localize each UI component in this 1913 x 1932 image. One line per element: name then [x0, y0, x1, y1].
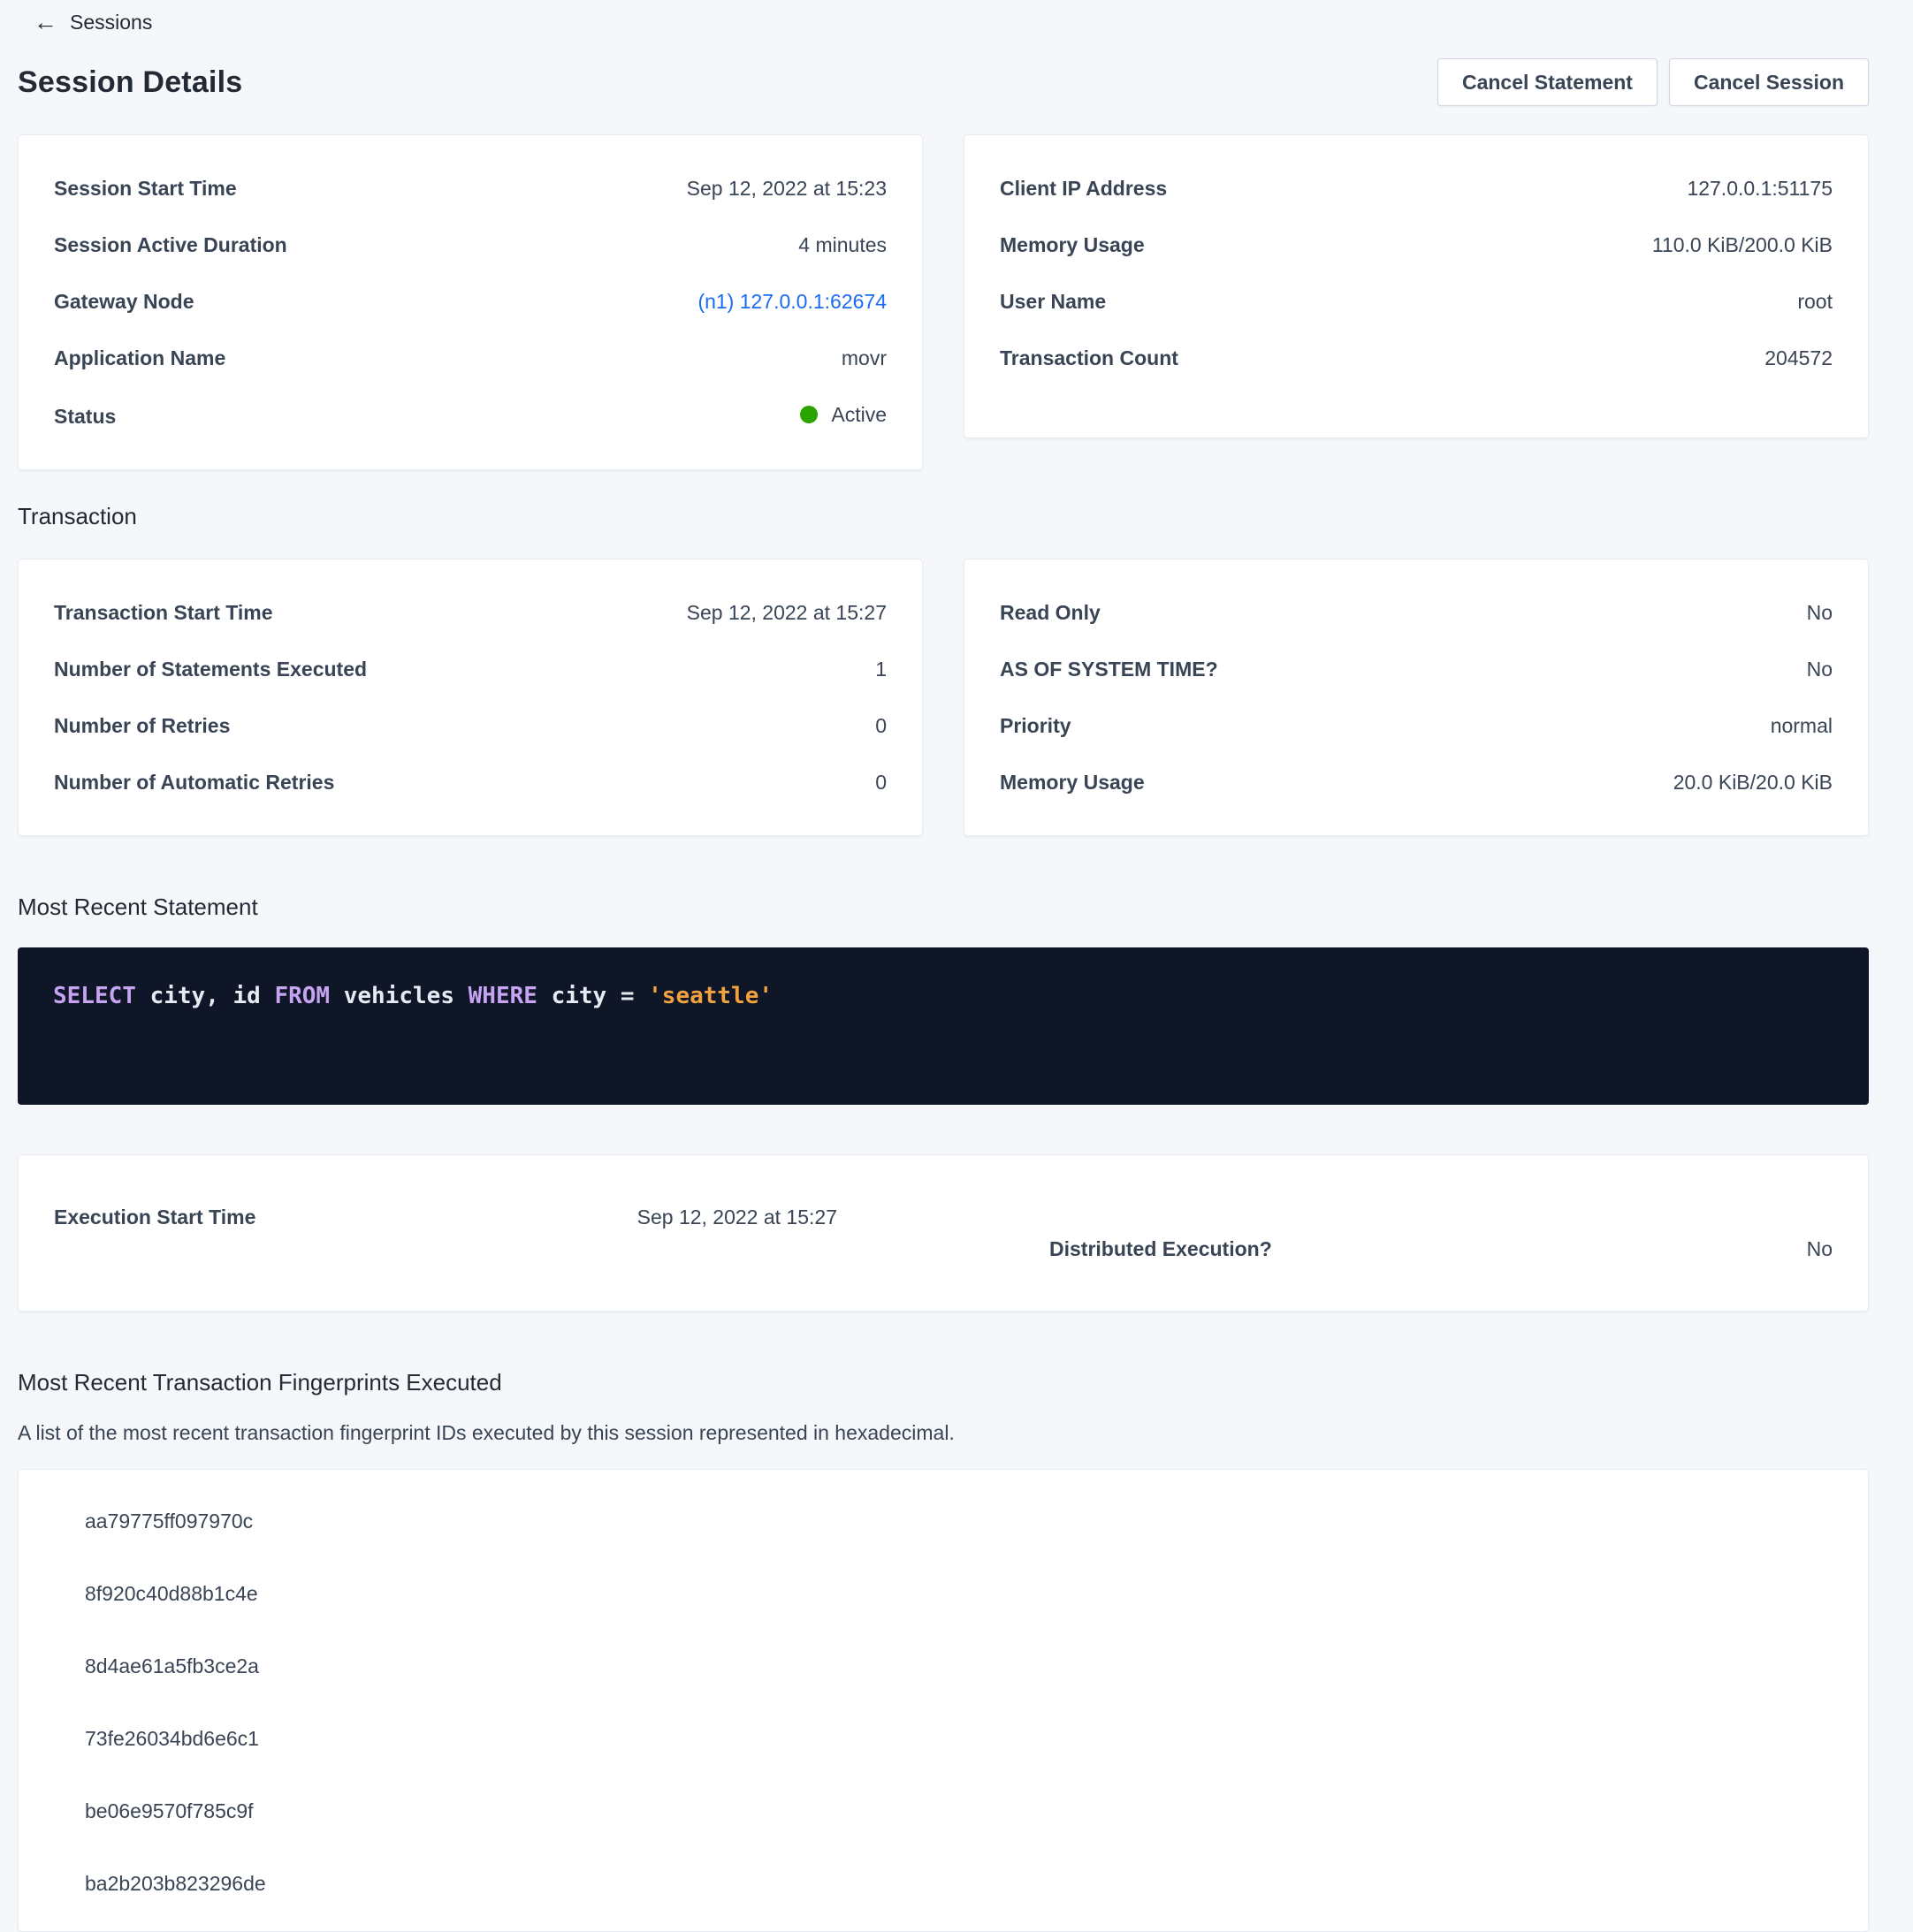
- fingerprint-item: 8f920c40d88b1c4e: [58, 1581, 1828, 1606]
- row-transaction-start-time: Transaction Start Time Sep 12, 2022 at 1…: [54, 600, 887, 625]
- session-summary-card-right: Client IP Address 127.0.0.1:51175 Memory…: [964, 134, 1869, 438]
- sql-keyword: SELECT: [53, 983, 150, 1009]
- status-badge: Active: [800, 402, 887, 427]
- fingerprint-item: 73fe26034bd6e6c1: [58, 1726, 1828, 1751]
- row-label: Transaction Start Time: [54, 600, 300, 625]
- row-statements-executed: Number of Statements Executed 1: [54, 657, 887, 681]
- session-details-page: ← Sessions Session Details Cancel Statem…: [0, 0, 1913, 1932]
- row-application-name: Application Name movr: [54, 346, 887, 370]
- row-execution-start-time: Execution Start Time Sep 12, 2022 at 15:…: [54, 1205, 837, 1261]
- row-label: Session Start Time: [54, 176, 263, 201]
- row-value: 0: [875, 713, 887, 738]
- header-actions: Cancel Statement Cancel Session: [1437, 58, 1869, 106]
- row-priority: Priority normal: [1000, 713, 1833, 738]
- transaction-section: Transaction Start Time Sep 12, 2022 at 1…: [18, 559, 1869, 836]
- row-read-only: Read Only No: [1000, 600, 1833, 625]
- sql-keyword: FROM: [274, 983, 343, 1009]
- row-status: Status Active: [54, 402, 887, 429]
- row-label: Number of Retries: [54, 713, 256, 738]
- session-summary-section: Session Start Time Sep 12, 2022 at 15:23…: [18, 134, 1869, 470]
- fingerprints-section-heading: Most Recent Transaction Fingerprints Exe…: [18, 1366, 1869, 1398]
- row-value: movr: [842, 346, 887, 370]
- row-automatic-retries: Number of Automatic Retries 0: [54, 770, 887, 795]
- row-label: Memory Usage: [1000, 232, 1171, 257]
- row-label: Client IP Address: [1000, 176, 1193, 201]
- row-memory-usage: Memory Usage 110.0 KiB/200.0 KiB: [1000, 232, 1833, 257]
- sql-statement-box: SELECT city, id FROM vehicles WHERE city…: [18, 947, 1869, 1105]
- row-txn-memory-usage: Memory Usage 20.0 KiB/20.0 KiB: [1000, 770, 1833, 795]
- row-value: Sep 12, 2022 at 15:27: [687, 600, 887, 625]
- row-value: 4 minutes: [798, 232, 887, 257]
- row-client-ip-address: Client IP Address 127.0.0.1:51175: [1000, 176, 1833, 201]
- row-gateway-node: Gateway Node (n1) 127.0.0.1:62674: [54, 289, 887, 314]
- row-label: Number of Automatic Retries: [54, 770, 361, 795]
- row-transaction-count: Transaction Count 204572: [1000, 346, 1833, 370]
- row-value: No: [1807, 657, 1833, 681]
- row-label: Application Name: [54, 346, 252, 370]
- sql-string-literal: 'seattle': [648, 983, 773, 1009]
- row-value: 0: [875, 770, 887, 795]
- row-value: 20.0 KiB/20.0 KiB: [1673, 770, 1833, 795]
- row-label: Transaction Count: [1000, 346, 1205, 370]
- row-value: normal: [1771, 713, 1833, 738]
- row-value: 110.0 KiB/200.0 KiB: [1652, 232, 1833, 257]
- row-value: root: [1797, 289, 1833, 314]
- row-label: AS OF SYSTEM TIME?: [1000, 657, 1245, 681]
- row-label: Status: [54, 404, 142, 429]
- row-value: 1: [875, 657, 887, 681]
- row-label: Priority: [1000, 713, 1098, 738]
- row-as-of-system-time: AS OF SYSTEM TIME? No: [1000, 657, 1833, 681]
- fingerprint-item: 8d4ae61a5fb3ce2a: [58, 1654, 1828, 1678]
- row-value: Sep 12, 2022 at 15:23: [687, 176, 887, 201]
- transaction-section-heading: Transaction: [18, 500, 1869, 532]
- row-label: Execution Start Time: [54, 1205, 282, 1229]
- fingerprint-item: be06e9570f785c9f: [58, 1799, 1828, 1823]
- transaction-card-right: Read Only No AS OF SYSTEM TIME? No Prior…: [964, 559, 1869, 836]
- sql-text: vehicles: [344, 983, 469, 1009]
- fingerprint-item: ba2b203b823296de: [58, 1871, 1828, 1896]
- row-label: Gateway Node: [54, 289, 221, 314]
- row-session-active-duration: Session Active Duration 4 minutes: [54, 232, 887, 257]
- row-value: No: [1807, 600, 1833, 625]
- breadcrumb-label: Sessions: [70, 11, 152, 34]
- row-label: User Name: [1000, 289, 1132, 314]
- page-title: Session Details: [18, 65, 242, 100]
- row-value: No: [1807, 1236, 1833, 1261]
- row-number-of-retries: Number of Retries 0: [54, 713, 887, 738]
- row-label: Read Only: [1000, 600, 1127, 625]
- arrow-left-icon: ←: [34, 11, 57, 34]
- transaction-card-left: Transaction Start Time Sep 12, 2022 at 1…: [18, 559, 923, 836]
- row-label: Session Active Duration: [54, 232, 314, 257]
- row-label: Distributed Execution?: [1049, 1236, 1299, 1261]
- cancel-statement-button[interactable]: Cancel Statement: [1437, 58, 1658, 106]
- row-label: Number of Statements Executed: [54, 657, 393, 681]
- session-summary-card-left: Session Start Time Sep 12, 2022 at 15:23…: [18, 134, 923, 470]
- fingerprint-item: aa79775ff097970c: [58, 1509, 1828, 1533]
- gateway-node-link[interactable]: (n1) 127.0.0.1:62674: [697, 289, 887, 314]
- fingerprints-description: A list of the most recent transaction fi…: [18, 1419, 1869, 1446]
- row-session-start-time: Session Start Time Sep 12, 2022 at 15:23: [54, 176, 887, 201]
- status-text: Active: [831, 402, 887, 427]
- breadcrumb-back-sessions[interactable]: ← Sessions: [34, 9, 152, 35]
- page-header: Session Details Cancel Statement Cancel …: [18, 58, 1869, 106]
- cancel-session-button[interactable]: Cancel Session: [1669, 58, 1869, 106]
- row-value: 204572: [1764, 346, 1833, 370]
- row-label: Memory Usage: [1000, 770, 1171, 795]
- row-value: Sep 12, 2022 at 15:27: [637, 1205, 837, 1229]
- status-active-dot-icon: [800, 406, 818, 423]
- row-user-name: User Name root: [1000, 289, 1833, 314]
- sql-keyword: WHERE: [469, 983, 552, 1009]
- statement-section-heading: Most Recent Statement: [18, 891, 1869, 923]
- sql-text: city =: [552, 983, 649, 1009]
- fingerprints-card: aa79775ff097970c 8f920c40d88b1c4e 8d4ae6…: [18, 1469, 1869, 1932]
- sql-text: city, id: [150, 983, 275, 1009]
- row-value: 127.0.0.1:51175: [1687, 176, 1833, 201]
- execution-summary-card: Execution Start Time Sep 12, 2022 at 15:…: [18, 1154, 1869, 1312]
- row-distributed-execution: Distributed Execution? No: [1049, 1236, 1833, 1261]
